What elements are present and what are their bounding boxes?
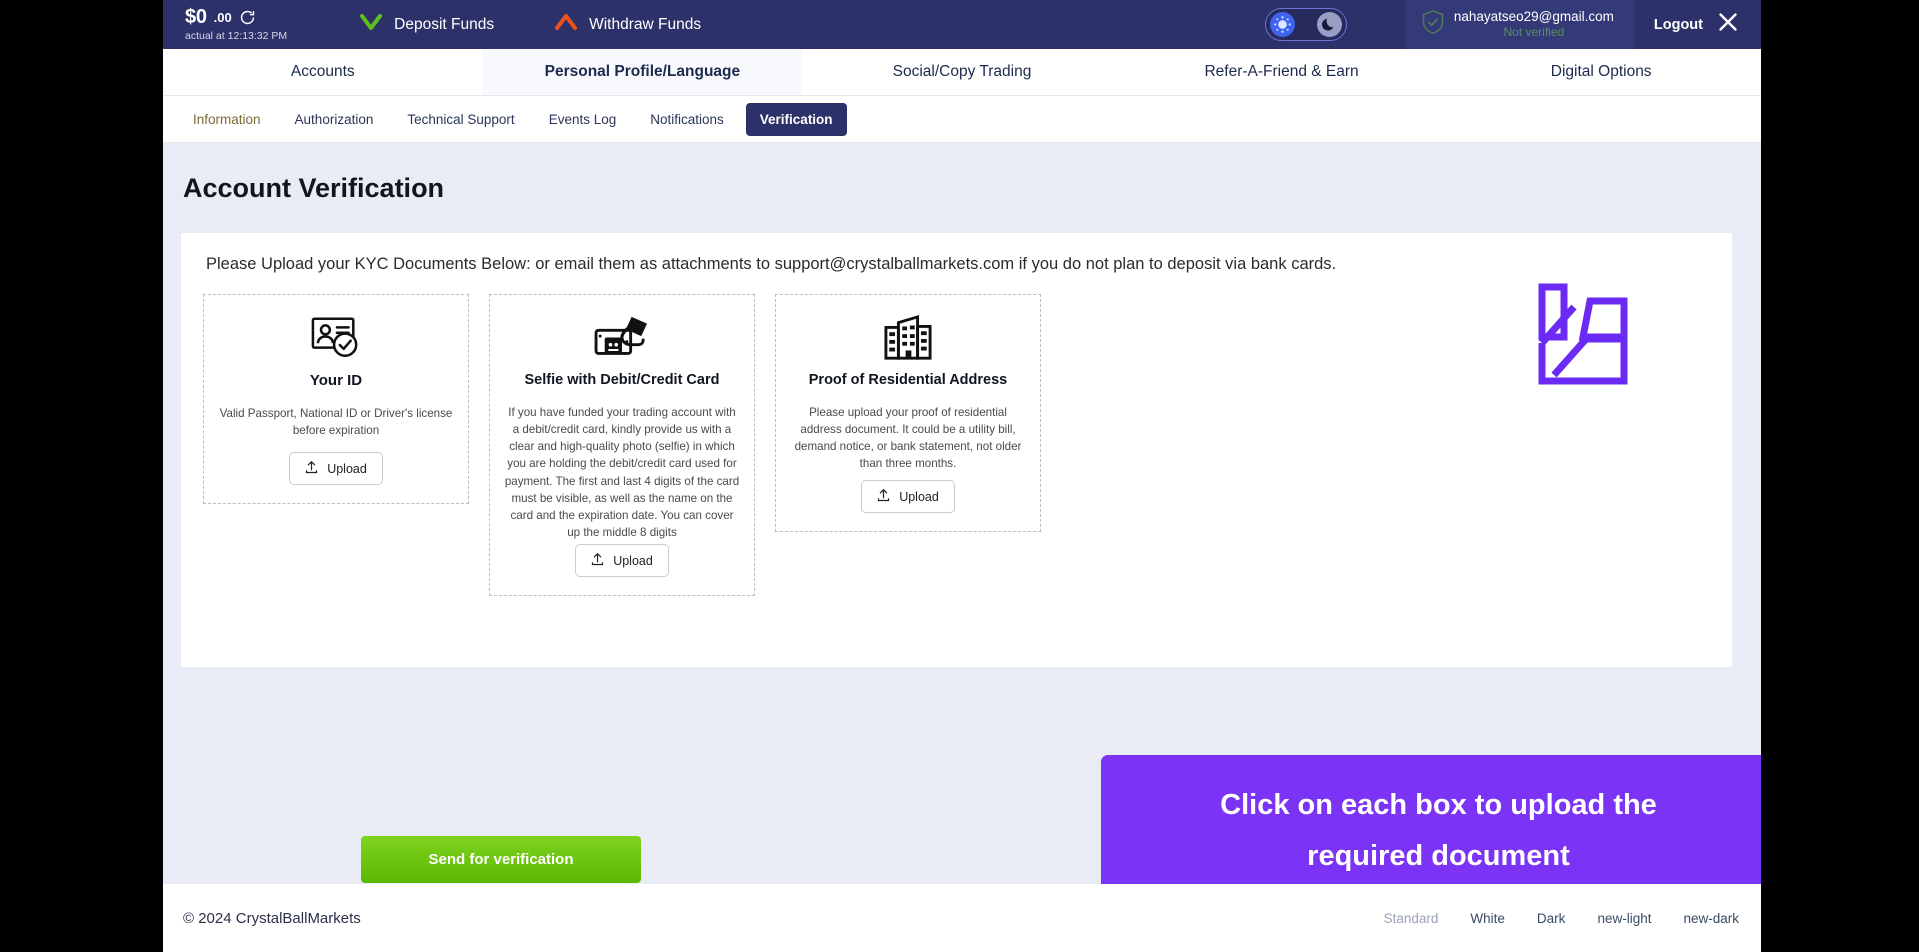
subnav-item-authorization[interactable]: Authorization: [283, 105, 386, 134]
send-for-verification-button[interactable]: Send for verification: [361, 836, 641, 883]
callout-line-2: required document: [1307, 840, 1570, 872]
refresh-icon[interactable]: [239, 9, 256, 26]
theme-link-new-light[interactable]: new-light: [1597, 911, 1651, 926]
theme-switcher: Standard White Dark new-light new-dark: [1384, 911, 1761, 926]
upload-icon: [591, 552, 604, 569]
theme-link-dark[interactable]: Dark: [1537, 911, 1566, 926]
document-card-your-id[interactable]: Your ID Valid Passport, National ID or D…: [203, 294, 469, 504]
top-bar-left: $0 .00 actual at 12:13:32 PM Deposit Fun…: [163, 7, 701, 42]
subnav-item-information[interactable]: Information: [181, 105, 273, 134]
upload-button-proof-of-address[interactable]: Upload: [861, 480, 955, 513]
buildings-icon: [882, 312, 934, 364]
document-card-description: If you have funded your trading account …: [504, 406, 740, 540]
theme-mode-toggle[interactable]: [1264, 8, 1347, 41]
balance-block: $0 .00 actual at 12:13:32 PM: [185, 7, 287, 42]
page-footer: © 2024 CrystalBallMarkets Standard White…: [163, 884, 1761, 952]
document-card-title: Selfie with Debit/Credit Card: [524, 372, 720, 388]
theme-link-new-dark[interactable]: new-dark: [1683, 911, 1739, 926]
id-card-check-icon: [311, 312, 361, 364]
upload-button-label: Upload: [899, 489, 939, 504]
chevron-up-orange-icon: [554, 12, 578, 37]
document-card-proof-of-address[interactable]: Proof of Residential Address Please uplo…: [775, 294, 1041, 532]
top-bar-right: nahayatseo29@gmail.com Not verified Logo…: [1264, 0, 1761, 49]
balance-cents: .00: [213, 9, 232, 25]
kyc-instructions-text: Please Upload your KYC Documents Below: …: [206, 255, 1337, 273]
sun-icon[interactable]: [1269, 12, 1295, 37]
application-window: $0 .00 actual at 12:13:32 PM Deposit Fun…: [163, 0, 1761, 952]
screen-root: $0 .00 actual at 12:13:32 PM Deposit Fun…: [0, 0, 1919, 952]
deposit-funds-button[interactable]: Deposit Funds: [359, 12, 494, 37]
upload-button-label: Upload: [327, 461, 367, 476]
subnav-item-notifications[interactable]: Notifications: [638, 105, 736, 134]
subnav-item-technical-support[interactable]: Technical Support: [395, 105, 526, 134]
callout-line-1: Click on each box to upload the: [1220, 789, 1657, 822]
mainnav-item-refer-a-friend[interactable]: Refer-A-Friend & Earn: [1122, 49, 1442, 95]
document-card-title: Proof of Residential Address: [808, 372, 1008, 388]
account-email: nahayatseo29@gmail.com: [1453, 8, 1614, 24]
document-card-description: Please upload your proof of residential …: [794, 406, 1022, 471]
selfie-phone-hand-icon: [593, 312, 651, 364]
theme-link-white[interactable]: White: [1470, 911, 1505, 926]
shield-check-icon: [1421, 9, 1445, 40]
logout-button[interactable]: Logout: [1633, 0, 1761, 49]
balance-timestamp: actual at 12:13:32 PM: [185, 30, 288, 43]
upload-button-selfie[interactable]: Upload: [575, 544, 669, 577]
balance-amount: $0: [185, 6, 207, 29]
subnav-item-events-log[interactable]: Events Log: [537, 105, 629, 134]
close-x-icon[interactable]: [1717, 11, 1739, 38]
mainnav-item-social-copy-trading[interactable]: Social/Copy Trading: [802, 49, 1122, 95]
upload-button-your-id[interactable]: Upload: [289, 452, 383, 485]
upload-button-label: Upload: [613, 553, 653, 568]
document-card-description: Valid Passport, National ID or Driver's …: [219, 407, 453, 438]
account-text: nahayatseo29@gmail.com Not verified: [1454, 9, 1614, 41]
account-block[interactable]: nahayatseo29@gmail.com Not verified: [1404, 0, 1634, 49]
theme-link-standard[interactable]: Standard: [1384, 911, 1439, 926]
page-title: Account Verification: [183, 173, 445, 203]
crystalball-logo-icon: [1534, 281, 1632, 392]
upload-icon: [877, 488, 890, 505]
logout-label: Logout: [1653, 16, 1703, 33]
moon-icon[interactable]: [1316, 12, 1342, 37]
upload-icon: [305, 460, 318, 477]
document-card-selfie-with-card[interactable]: Selfie with Debit/Credit Card If you hav…: [489, 294, 755, 596]
main-navigation: Accounts Personal Profile/Language Socia…: [163, 49, 1761, 96]
top-bar: $0 .00 actual at 12:13:32 PM Deposit Fun…: [163, 0, 1761, 49]
deposit-funds-label: Deposit Funds: [394, 15, 495, 33]
balance-row: $0 .00: [185, 7, 287, 27]
withdraw-funds-label: Withdraw Funds: [589, 15, 702, 33]
sub-navigation: Information Authorization Technical Supp…: [163, 96, 1761, 143]
chevron-down-green-icon: [359, 12, 383, 37]
account-verification-status: Not verified: [1503, 25, 1565, 40]
document-cards-row: Your ID Valid Passport, National ID or D…: [181, 294, 1732, 596]
subnav-item-verification[interactable]: Verification: [745, 102, 847, 136]
mainnav-item-digital-options[interactable]: Digital Options: [1441, 49, 1761, 95]
withdraw-funds-button[interactable]: Withdraw Funds: [554, 12, 701, 37]
mainnav-item-accounts[interactable]: Accounts: [163, 49, 483, 95]
copyright-text: © 2024 CrystalBallMarkets: [183, 909, 361, 927]
page-content: Account Verification Please Upload your …: [163, 143, 1761, 907]
verification-panel: Please Upload your KYC Documents Below: …: [181, 233, 1732, 667]
mainnav-item-personal-profile[interactable]: Personal Profile/Language: [482, 49, 803, 95]
document-card-title: Your ID: [309, 372, 363, 389]
